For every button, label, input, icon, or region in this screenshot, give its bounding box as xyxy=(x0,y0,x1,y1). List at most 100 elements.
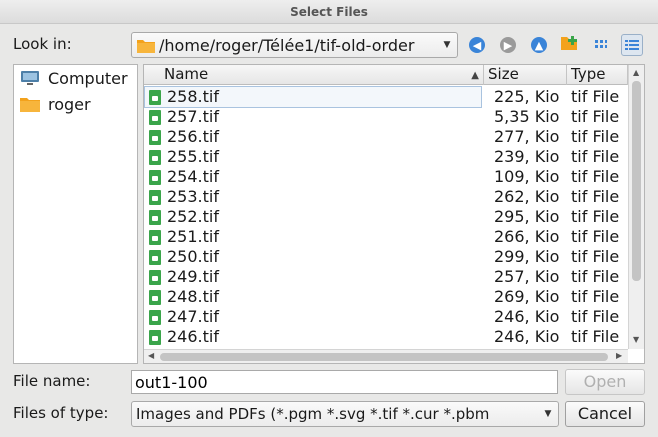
file-rows: 258.tif 225, Kio tif File 257.tif 5,35 Kio ti… xyxy=(144,86,628,347)
file-name: 256.tif xyxy=(167,127,219,146)
table-row[interactable]: 256.tif 277, Kio tif File xyxy=(144,127,628,147)
scroll-right-icon[interactable]: ▶ xyxy=(616,351,622,360)
file-name-cell: 257.tif xyxy=(145,107,481,127)
image-file-icon xyxy=(149,330,161,345)
new-folder-button[interactable] xyxy=(559,34,581,56)
table-row[interactable]: 251.tif 266, Kio tif File xyxy=(144,227,628,247)
scroll-down-icon[interactable]: ▼ xyxy=(633,335,639,344)
table-row[interactable]: 246.tif 246, Kio tif File xyxy=(144,327,628,347)
files-of-type-combo[interactable]: Images and PDFs (*.pgm *.svg *.tif *.cur… xyxy=(131,401,559,427)
file-name: 246.tif xyxy=(167,327,219,346)
look-in-combo[interactable]: /home/roger/Télée1/tif-old-order ▼ xyxy=(131,32,458,58)
sidebar-item-computer[interactable]: Computer xyxy=(14,65,137,91)
look-in-label: Look in: xyxy=(13,35,72,53)
parent-directory-button[interactable]: ▲ xyxy=(528,34,550,56)
file-type: tif File xyxy=(571,227,620,246)
scroll-up-icon[interactable]: ▲ xyxy=(633,68,639,77)
folder-icon xyxy=(137,38,155,53)
file-size: 262, Kio xyxy=(494,187,560,206)
file-type: tif File xyxy=(571,167,620,186)
forward-icon: ▶ xyxy=(500,37,516,53)
file-size: 295, Kio xyxy=(494,207,560,226)
image-file-icon xyxy=(149,150,161,165)
file-name: 255.tif xyxy=(167,147,219,166)
file-type: tif File xyxy=(571,127,620,146)
new-folder-icon xyxy=(561,35,579,55)
file-name-cell: 256.tif xyxy=(145,127,481,147)
scroll-left-icon[interactable]: ◀ xyxy=(148,351,154,360)
file-name-cell: 252.tif xyxy=(145,207,481,227)
list-view-button[interactable] xyxy=(590,34,612,56)
table-row[interactable]: 247.tif 246, Kio tif File xyxy=(144,307,628,327)
file-type: tif File xyxy=(571,247,620,266)
file-size: 239, Kio xyxy=(494,147,560,166)
detail-view-button[interactable] xyxy=(621,34,643,56)
file-size: 266, Kio xyxy=(494,227,560,246)
image-file-icon xyxy=(149,230,161,245)
file-size: 109, Kio xyxy=(494,167,560,186)
table-row[interactable]: 249.tif 257, Kio tif File xyxy=(144,267,628,287)
file-type: tif File xyxy=(571,287,620,306)
cancel-button[interactable]: Cancel xyxy=(565,401,645,427)
file-name-cell: 254.tif xyxy=(145,167,481,187)
file-type: tif File xyxy=(571,147,620,166)
table-row[interactable]: 257.tif 5,35 Kio tif File xyxy=(144,107,628,127)
file-list[interactable]: Name ▲ Size Type 258.tif 225, Kio tif File… xyxy=(143,64,645,364)
chevron-down-icon: ▼ xyxy=(544,409,552,419)
image-file-icon xyxy=(149,170,161,185)
file-type: tif File xyxy=(571,307,620,326)
sidebar-item-label: roger xyxy=(48,94,91,114)
table-row[interactable]: 258.tif 225, Kio tif File xyxy=(144,86,628,108)
file-name: 257.tif xyxy=(167,107,219,126)
file-type: tif File xyxy=(571,187,620,206)
table-row[interactable]: 248.tif 269, Kio tif File xyxy=(144,287,628,307)
horizontal-scroll-thumb[interactable] xyxy=(160,353,608,361)
vertical-scrollbar[interactable]: ▲ ▼ xyxy=(628,65,644,349)
file-name-cell: 249.tif xyxy=(145,267,481,287)
image-file-icon xyxy=(149,90,161,105)
file-type: tif File xyxy=(571,267,620,286)
forward-button[interactable]: ▶ xyxy=(497,34,519,56)
sidebar-item-label: Computer xyxy=(48,68,128,88)
column-header: Name ▲ Size Type xyxy=(144,65,644,85)
image-file-icon xyxy=(149,310,161,325)
table-row[interactable]: 255.tif 239, Kio tif File xyxy=(144,147,628,167)
file-name: 250.tif xyxy=(167,247,219,266)
back-icon: ◀ xyxy=(469,37,485,53)
file-name: 251.tif xyxy=(167,227,219,246)
image-file-icon xyxy=(149,250,161,265)
computer-icon xyxy=(20,70,40,86)
image-file-icon xyxy=(149,190,161,205)
file-name: 248.tif xyxy=(167,287,219,306)
column-header-name[interactable]: Name ▲ xyxy=(144,65,484,85)
file-name: 258.tif xyxy=(167,87,219,106)
column-header-size[interactable]: Size xyxy=(484,65,567,85)
table-row[interactable]: 250.tif 299, Kio tif File xyxy=(144,247,628,267)
files-of-type-value: Images and PDFs (*.pgm *.svg *.tif *.cur… xyxy=(136,405,490,423)
file-size: 5,35 Kio xyxy=(494,107,560,126)
list-view-icon xyxy=(594,36,608,55)
file-name-cell: 246.tif xyxy=(145,327,481,347)
table-row[interactable]: 254.tif 109, Kio tif File xyxy=(144,167,628,187)
file-type: tif File xyxy=(571,87,620,106)
file-name: 252.tif xyxy=(167,207,219,226)
image-file-icon xyxy=(149,130,161,145)
file-type: tif File xyxy=(571,207,620,226)
file-name-cell: 258.tif xyxy=(144,86,482,108)
file-type: tif File xyxy=(571,327,620,346)
file-name-cell: 250.tif xyxy=(145,247,481,267)
file-name-cell: 247.tif xyxy=(145,307,481,327)
table-row[interactable]: 252.tif 295, Kio tif File xyxy=(144,207,628,227)
file-name: 253.tif xyxy=(167,187,219,206)
file-name-input[interactable] xyxy=(131,370,558,394)
column-header-type[interactable]: Type xyxy=(567,65,628,85)
files-of-type-label: Files of type: xyxy=(13,404,109,422)
file-name-cell: 248.tif xyxy=(145,287,481,307)
sidebar-item-roger[interactable]: roger xyxy=(14,91,137,117)
folder-icon xyxy=(20,96,40,112)
table-row[interactable]: 253.tif 262, Kio tif File xyxy=(144,187,628,207)
vertical-scroll-thumb[interactable] xyxy=(632,81,641,281)
horizontal-scrollbar[interactable]: ◀ ▶ xyxy=(144,349,628,363)
open-button[interactable]: Open xyxy=(565,369,645,395)
back-button[interactable]: ◀ xyxy=(466,34,488,56)
